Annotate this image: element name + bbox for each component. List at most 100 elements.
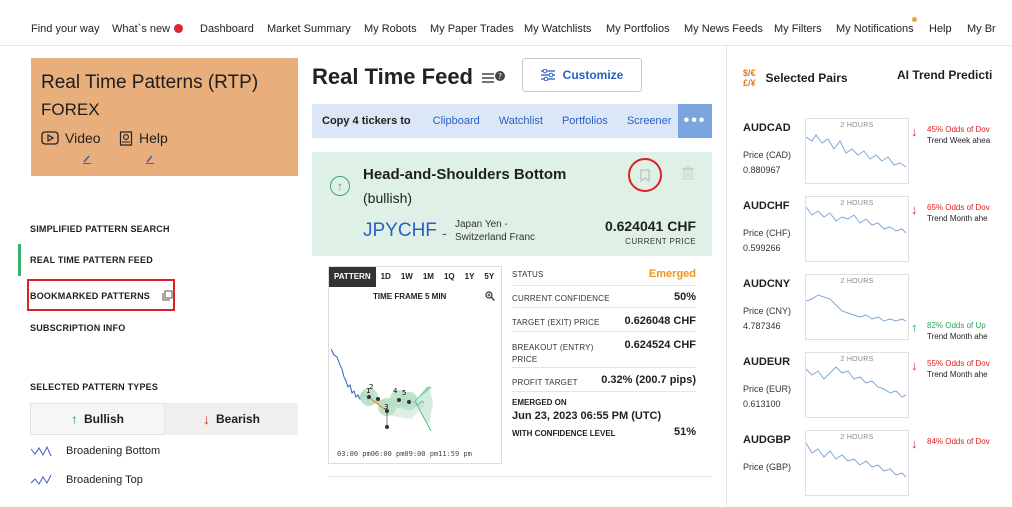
nav-my-notifications[interactable]: My Notifications — [836, 23, 914, 35]
nav-real-time-pattern-feed[interactable]: REAL TIME PATTERN FEED — [18, 244, 299, 276]
trend-down-arrow-icon: ↓ — [911, 124, 918, 139]
edit-pencil-icon[interactable] — [145, 154, 155, 164]
stat-status-label: STATUS — [512, 270, 544, 279]
nav-market-summary[interactable]: Market Summary — [267, 23, 351, 35]
stat-row: CURRENT CONFIDENCE 50% — [512, 286, 696, 308]
nav-subscription-info[interactable]: SUBSCRIPTION INFO — [30, 323, 125, 333]
copy-to-clipboard-link[interactable]: Clipboard — [433, 115, 480, 127]
ai-trend-prediction[interactable]: 55% Odds of Dov Trend Month ahe — [927, 358, 990, 380]
zoom-icon[interactable] — [485, 291, 495, 301]
pattern-name[interactable]: Head-and-Shoulders Bottom — [363, 166, 566, 183]
tab-bullish-label: Bullish — [83, 412, 124, 426]
highlight-box — [27, 279, 175, 311]
ai-horizon: Trend Month ahe — [927, 214, 988, 223]
selected-pattern-types-title: SELECTED PATTERN TYPES — [30, 382, 159, 392]
nav-my-paper-trades[interactable]: My Paper Trades — [430, 23, 514, 35]
timeframe-label: TIME FRAME 5 MIN — [373, 292, 447, 301]
more-options-button[interactable]: ••• — [678, 104, 712, 138]
mini-chart-label: 2 HOURS — [840, 200, 874, 207]
tab-1m[interactable]: 1M — [418, 267, 439, 287]
pair-row-audchf[interactable]: AUDCHF Price (CHF) 0.599266 2 HOURS ↓ 65% Odd… — [743, 196, 1012, 274]
pair-symbol[interactable]: AUDCHF — [743, 200, 789, 212]
current-price: 0.624041 CHF — [604, 218, 696, 234]
point-label: 3 — [384, 403, 388, 411]
feed-info-icon[interactable]: ? — [482, 70, 506, 86]
nav-my-robots[interactable]: My Robots — [364, 23, 417, 35]
pair-row-audcad[interactable]: AUDCAD Price (CAD) 0.880967 2 HOURS ↓ 45% Odd… — [743, 118, 1012, 196]
help-book-icon — [119, 130, 133, 146]
stat-breakout-label-1: BREAKOUT (ENTRY) — [512, 343, 594, 352]
ai-horizon: Trend Week ahea — [927, 136, 991, 145]
help-label: Help — [139, 130, 168, 146]
nav-find-your-way[interactable]: Find your way — [31, 23, 99, 35]
chart-x-axis-labels: 03:00 pm06:00 pm09:00 pm11:59 pm — [337, 450, 472, 458]
bias-tabs: ↑ Bullish ↓ Bearish — [30, 403, 298, 435]
rtp-title: Real Time Patterns (RTP) — [41, 72, 259, 93]
tab-1y[interactable]: 1Y — [460, 267, 480, 287]
trend-down-arrow-icon: ↓ — [911, 358, 918, 373]
pattern-stats: STATUS Emerged CURRENT CONFIDENCE 50% TA… — [512, 266, 696, 466]
ticker-name-line1: Japan Yen - — [455, 219, 508, 230]
copy-to-screener-link[interactable]: Screener — [627, 115, 672, 127]
ticker-symbol[interactable]: JPYCHF — [363, 220, 437, 242]
nav-dashboard[interactable]: Dashboard — [200, 23, 254, 35]
tab-pattern[interactable]: PATTERN — [329, 267, 376, 287]
video-link[interactable]: Video — [41, 130, 101, 146]
tab-bullish[interactable]: ↑ Bullish — [30, 403, 165, 435]
pair-symbol[interactable]: AUDGBP — [743, 434, 791, 446]
page-title: Real Time Feed — [312, 64, 473, 89]
nav-my-news-feeds[interactable]: My News Feeds — [684, 23, 763, 35]
nav-simplified-pattern-search[interactable]: SIMPLIFIED PATTERN SEARCH — [30, 224, 170, 234]
pair-price-label: Price (GBP) — [743, 462, 792, 472]
stat-withconf-value: 51% — [673, 426, 696, 438]
sliders-icon — [540, 69, 555, 81]
pattern-type-item[interactable]: Broadening Top — [30, 474, 143, 486]
pair-price-value: 4.787346 — [743, 321, 781, 331]
pair-symbol[interactable]: AUDCAD — [743, 122, 791, 134]
copy-to-watchlist-link[interactable]: Watchlist — [499, 115, 543, 127]
stat-breakout-label: BREAKOUT (ENTRY) PRICE — [512, 342, 594, 366]
tab-5y[interactable]: 5Y — [479, 267, 499, 287]
mini-chart[interactable]: 2 HOURS — [805, 274, 909, 340]
mini-chart[interactable]: 2 HOURS — [805, 430, 909, 496]
ai-trend-prediction[interactable]: 65% Odds of Dov Trend Month ahe — [927, 202, 990, 224]
pair-row-audeur[interactable]: AUDEUR Price (EUR) 0.613100 2 HOURS ↓ 55% Odd… — [743, 352, 1012, 430]
pair-symbol[interactable]: AUDCNY — [743, 278, 790, 290]
ticker-separator: - — [442, 225, 447, 241]
mini-chart[interactable]: 2 HOURS — [805, 196, 909, 262]
mini-chart[interactable]: 2 HOURS — [805, 352, 909, 418]
bookmark-icon — [640, 168, 650, 182]
tab-1d[interactable]: 1D — [376, 267, 396, 287]
nav-my-watchlists[interactable]: My Watchlists — [524, 23, 591, 35]
video-label: Video — [65, 130, 101, 146]
pattern-type-label: Broadening Top — [66, 474, 143, 486]
pair-symbol[interactable]: AUDEUR — [743, 356, 790, 368]
nav-whats-new[interactable]: What`s new — [112, 23, 184, 35]
mini-chart-label: 2 HOURS — [840, 122, 874, 129]
pattern-type-item[interactable]: Broadening Bottom — [30, 445, 160, 457]
ai-trend-prediction[interactable]: 82% Odds of Up Trend Month ahe — [927, 320, 988, 342]
customize-button[interactable]: Customize — [522, 58, 642, 92]
help-link[interactable]: Help — [119, 130, 168, 146]
trend-up-arrow-icon: ↑ — [911, 320, 918, 335]
nav-help[interactable]: Help — [929, 23, 952, 35]
copy-to-portfolios-link[interactable]: Portfolios — [562, 115, 608, 127]
tab-1w[interactable]: 1W — [396, 267, 418, 287]
pair-price-value: 0.880967 — [743, 165, 781, 175]
trash-icon[interactable] — [682, 166, 694, 180]
bookmark-button[interactable] — [628, 158, 662, 192]
pair-row-audgbp[interactable]: AUDGBP Price (GBP) 2 HOURS ↓ 84% Odds of Dov — [743, 430, 1012, 507]
ai-trend-prediction[interactable]: 45% Odds of Dov Trend Week ahea — [927, 124, 990, 146]
nav-my-filters[interactable]: My Filters — [774, 23, 822, 35]
stat-target-label: TARGET (EXIT) PRICE — [512, 318, 600, 327]
tab-bearish[interactable]: ↓ Bearish — [165, 403, 298, 435]
nav-my-portfolios[interactable]: My Portfolios — [606, 23, 670, 35]
customize-label: Customize — [562, 68, 624, 82]
mini-chart[interactable]: 2 HOURS — [805, 118, 909, 184]
nav-my-brokers[interactable]: My Br — [967, 23, 996, 35]
currency-icon: $/€ £/¥ — [743, 68, 756, 88]
ai-trend-prediction[interactable]: 84% Odds of Dov — [927, 436, 990, 447]
edit-pencil-icon[interactable] — [82, 154, 92, 164]
tab-1q[interactable]: 1Q — [439, 267, 460, 287]
pair-row-audcny[interactable]: AUDCNY Price (CNY) 4.787346 2 HOURS ↑ 82% Odd… — [743, 274, 1012, 352]
